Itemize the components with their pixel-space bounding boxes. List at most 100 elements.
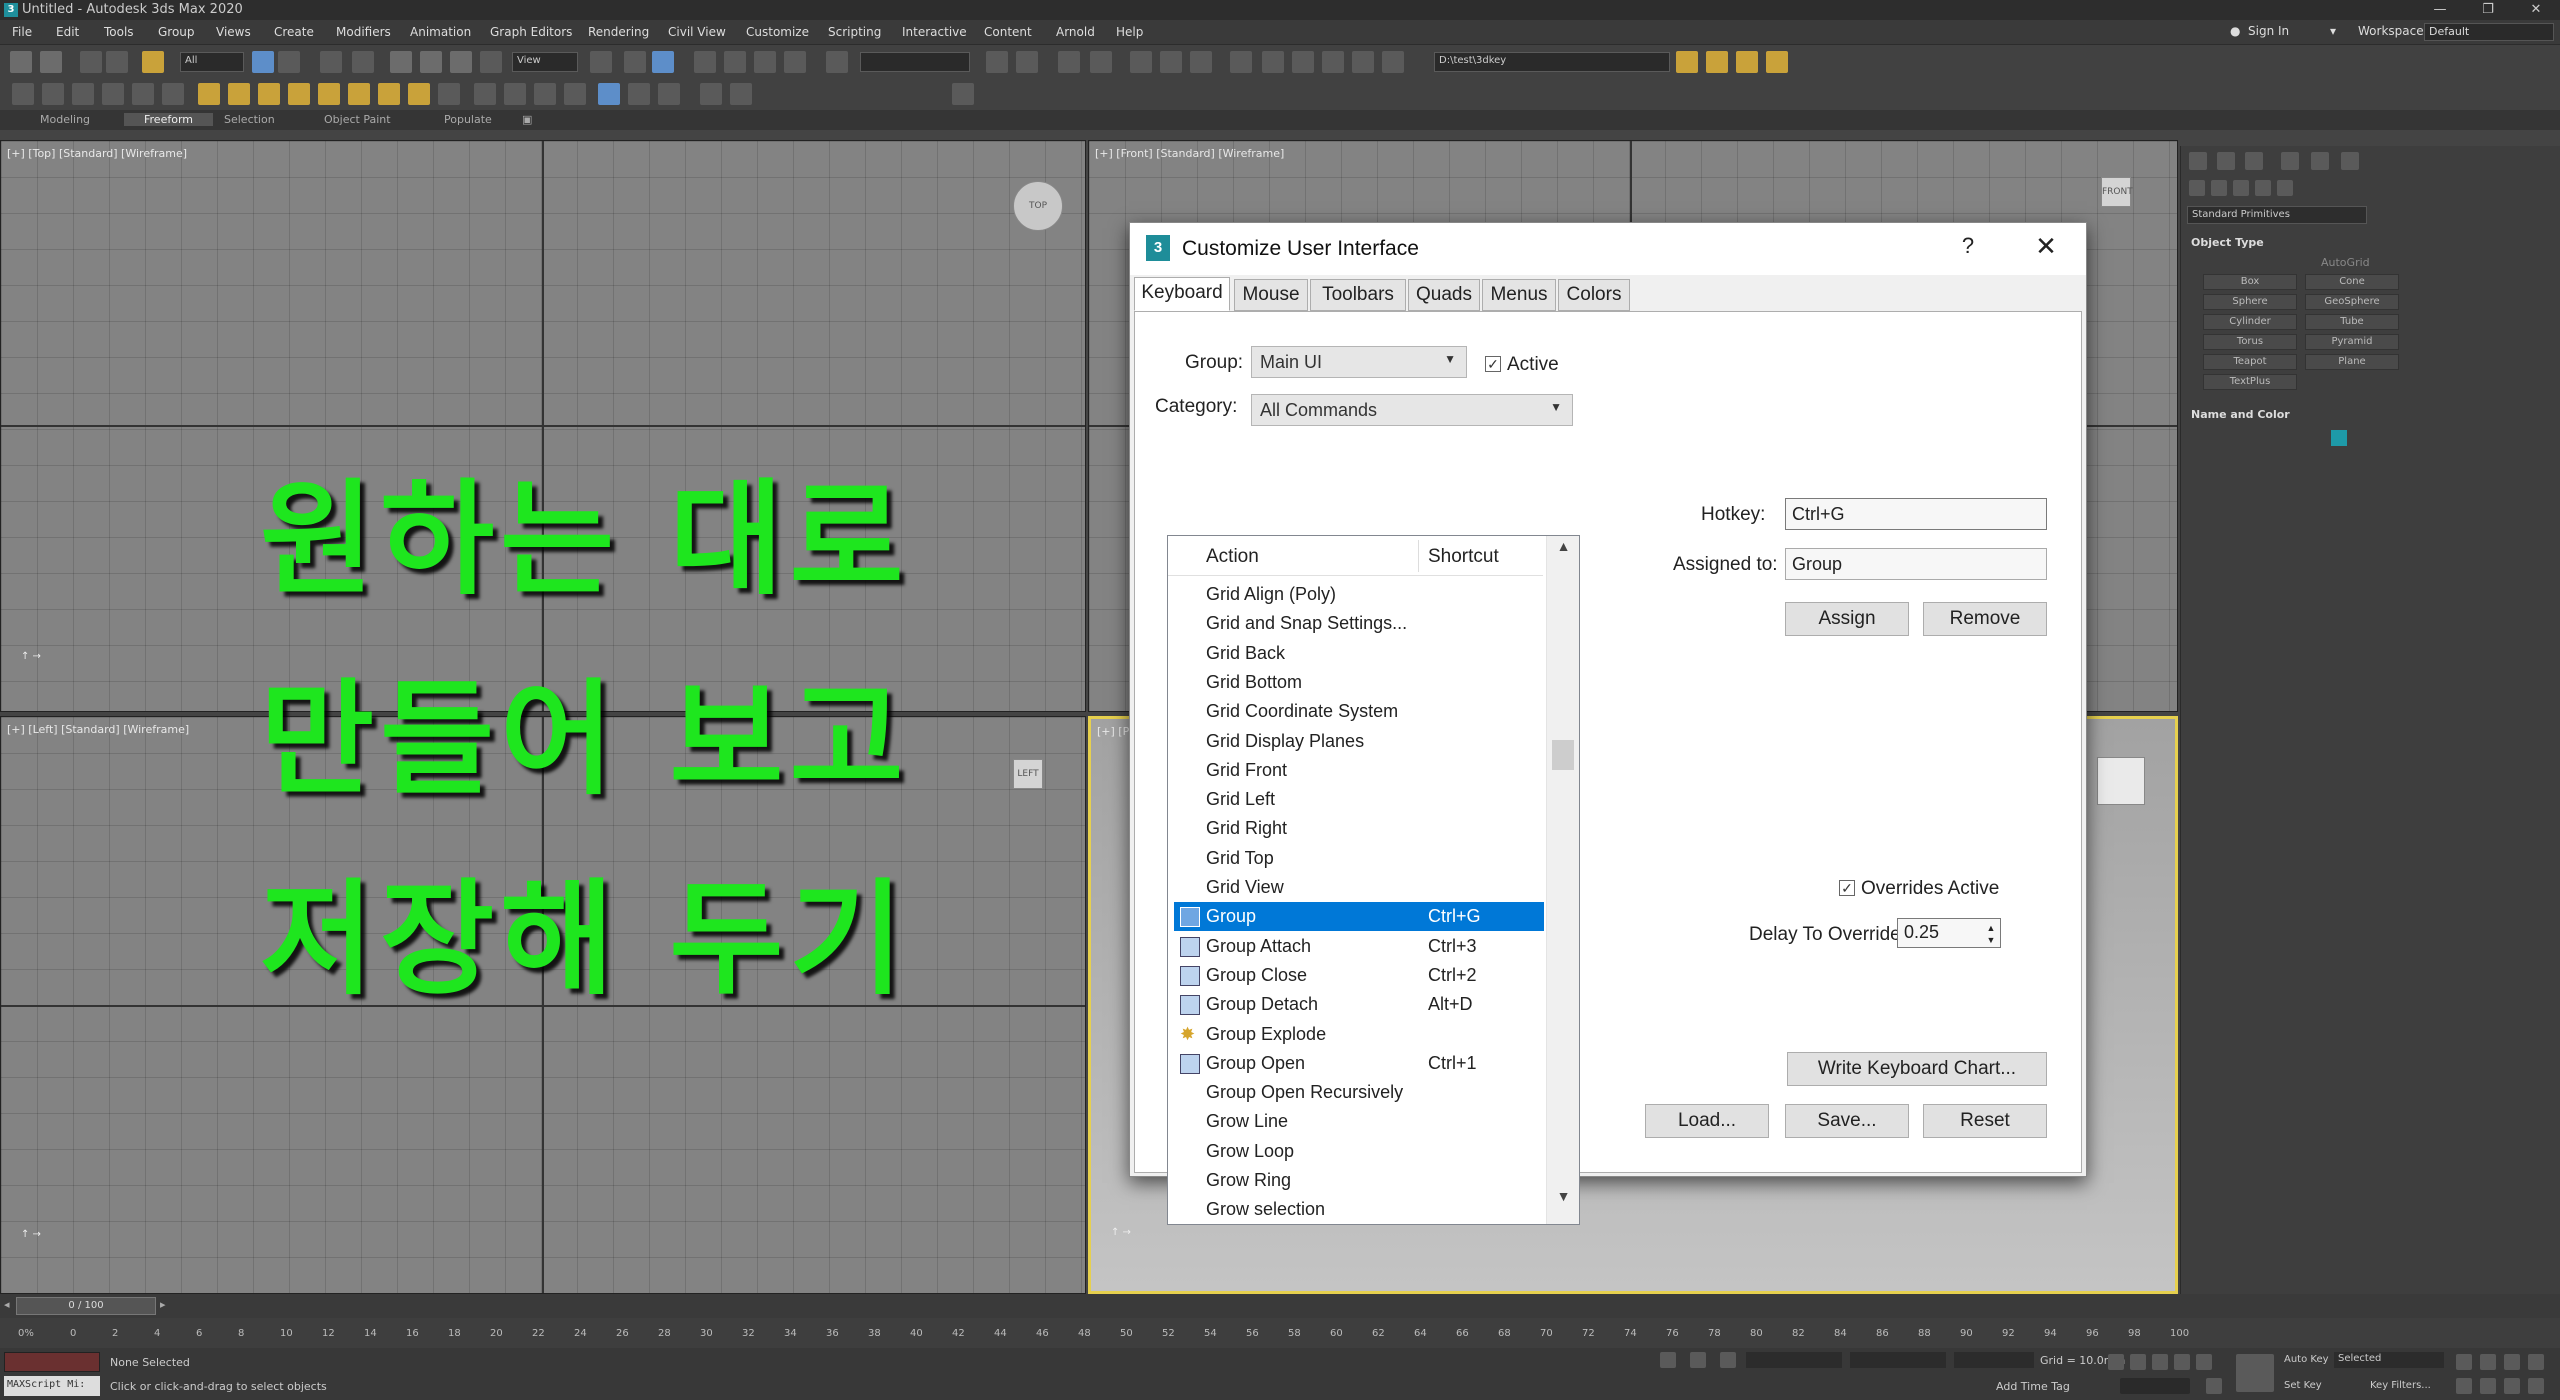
lights-icon[interactable]	[2233, 180, 2249, 196]
panel-icon[interactable]	[658, 83, 680, 105]
zoom-icon[interactable]	[2456, 1354, 2472, 1370]
remove-button[interactable]: Remove	[1923, 602, 2047, 636]
cylinder-button[interactable]: Cylinder	[2203, 314, 2297, 330]
spinner-snap-icon[interactable]	[784, 51, 806, 73]
key-filters-button[interactable]: Key Filters...	[2370, 1380, 2431, 1391]
zoom-all-icon[interactable]	[2480, 1354, 2496, 1370]
rendered-frame-window-icon[interactable]	[1262, 51, 1284, 73]
teapot-button[interactable]: Teapot	[2203, 354, 2297, 370]
absolute-mode-icon[interactable]	[1720, 1352, 1736, 1368]
action-row[interactable]: Grid Left	[1174, 785, 1544, 814]
geometry-icon[interactable]	[2189, 180, 2205, 196]
menu-animation[interactable]: Animation	[410, 25, 471, 39]
track-bar-zoom[interactable]: 0%	[18, 1328, 34, 1339]
particle-icon[interactable]	[408, 83, 430, 105]
ribbon-tab-selection[interactable]: Selection	[224, 113, 275, 126]
container-icon[interactable]	[12, 83, 34, 105]
teapot-icon[interactable]	[132, 83, 154, 105]
bind-space-warp-icon[interactable]	[142, 51, 164, 73]
zoom-extents-icon[interactable]	[2504, 1354, 2520, 1370]
action-row[interactable]: Group Attach Ctrl+3	[1174, 932, 1544, 961]
menu-tools[interactable]: Tools	[104, 25, 134, 39]
material-editor-icon[interactable]	[1190, 51, 1212, 73]
play-icon[interactable]	[2152, 1354, 2168, 1370]
sign-in-dropdown-icon[interactable]: ▾	[2330, 24, 2336, 38]
next-key-icon[interactable]	[2174, 1354, 2190, 1370]
auto-key-button[interactable]: Auto Key	[2284, 1354, 2329, 1365]
set-project-icon[interactable]	[1706, 51, 1728, 73]
ribbon-tab-object-paint[interactable]: Object Paint	[324, 113, 391, 126]
systems-icon[interactable]	[534, 83, 556, 105]
menu-content[interactable]: Content	[984, 25, 1032, 39]
rotate-icon[interactable]	[420, 51, 442, 73]
action-row[interactable]: Group Open Recursively	[1174, 1078, 1544, 1107]
close-icon[interactable]: ✕	[2516, 0, 2556, 20]
box-button[interactable]: Box	[2203, 274, 2297, 290]
a360-gallery-icon[interactable]	[1352, 51, 1374, 73]
action-row[interactable]: Grid Bottom	[1174, 668, 1544, 697]
autogrid-checkbox[interactable]: AutoGrid	[2321, 256, 2370, 269]
action-row[interactable]: Grow Loop	[1174, 1137, 1544, 1166]
camera-icon[interactable]	[162, 83, 184, 105]
set-key-icon[interactable]	[2236, 1354, 2274, 1392]
load-button[interactable]: Load...	[1645, 1104, 1769, 1138]
mirror-icon[interactable]	[986, 51, 1008, 73]
viewcube-icon[interactable]: FRONT	[2101, 177, 2133, 207]
globe-icon[interactable]	[598, 83, 620, 105]
y-coordinate-field[interactable]	[1850, 1352, 1946, 1368]
set-key-button[interactable]: Set Key	[2284, 1380, 2322, 1391]
action-row[interactable]: Group Detach Alt+D	[1174, 990, 1544, 1019]
action-row[interactable]: Grid Top	[1174, 844, 1544, 873]
add-time-tag[interactable]: Add Time Tag	[1996, 1380, 2070, 1393]
menu-help[interactable]: Help	[1116, 25, 1143, 39]
next-frame-icon[interactable]: ▸	[160, 1298, 166, 1311]
maximize-viewport-icon[interactable]	[2528, 1378, 2544, 1394]
edit-named-selection-icon[interactable]	[826, 51, 848, 73]
viewport-label-top[interactable]: [+] [Top] [Standard] [Wireframe]	[7, 147, 187, 160]
render-shortcuts-icon[interactable]	[1382, 51, 1404, 73]
cameras-icon[interactable]	[2255, 180, 2271, 196]
tab-menus[interactable]: Menus	[1482, 279, 1556, 311]
light-icon[interactable]	[378, 83, 400, 105]
save-button[interactable]: Save...	[1785, 1104, 1909, 1138]
z-coordinate-field[interactable]	[1954, 1352, 2034, 1368]
scale-icon[interactable]	[450, 51, 472, 73]
action-row[interactable]: Grid Front	[1174, 756, 1544, 785]
torus-primitive-icon[interactable]	[348, 83, 370, 105]
viewcube-icon[interactable]	[2097, 757, 2145, 805]
project-folder-dropdown[interactable]: D:\test\3dkey	[1434, 52, 1670, 72]
track-bar[interactable]: 0 2 4 6 8 10 12 14 16 18 20 22 24 26 28 30 32 34 36 38 40 42 4…	[0, 1318, 2560, 1348]
render-in-cloud-icon[interactable]	[1322, 51, 1344, 73]
group-dropdown[interactable]: Main UI ▼	[1251, 346, 1467, 378]
action-row[interactable]: Grid Right	[1174, 814, 1544, 843]
menu-group[interactable]: Group	[158, 25, 195, 39]
modifier-icon[interactable]	[564, 83, 586, 105]
category-dropdown[interactable]: All Commands ▼	[1251, 394, 1573, 426]
menu-file[interactable]: File	[12, 25, 32, 39]
cone-button[interactable]: Cone	[2305, 274, 2399, 290]
menu-views[interactable]: Views	[216, 25, 251, 39]
maxscript-listener[interactable]	[4, 1352, 100, 1372]
schematic-view-icon[interactable]	[1160, 51, 1182, 73]
help-button[interactable]: ?	[1948, 233, 1988, 265]
action-row[interactable]: Grow selection	[1174, 1195, 1544, 1224]
sphere-button[interactable]: Sphere	[2203, 294, 2297, 310]
helper-icon[interactable]	[438, 83, 460, 105]
select-object-icon[interactable]	[252, 51, 274, 73]
action-row[interactable]: Group Open Ctrl+1	[1174, 1049, 1544, 1078]
keyboard-shortcut-override-icon[interactable]	[652, 51, 674, 73]
pan-view-icon[interactable]	[2480, 1378, 2496, 1394]
named-selection-dropdown[interactable]	[860, 52, 970, 72]
write-keyboard-chart-button[interactable]: Write Keyboard Chart...	[1787, 1052, 2047, 1086]
action-row[interactable]: Grid Align (Poly)	[1174, 580, 1544, 609]
redo-icon[interactable]	[40, 51, 62, 73]
sign-in-link[interactable]: Sign In	[2248, 24, 2289, 38]
plane-button[interactable]: Plane	[2305, 354, 2399, 370]
spacewarp-icon[interactable]	[504, 83, 526, 105]
viewport-label-left[interactable]: [+] [Left] [Standard] [Wireframe]	[7, 723, 189, 736]
snapshot-icon[interactable]	[700, 83, 722, 105]
menu-create[interactable]: Create	[274, 25, 314, 39]
action-row[interactable]: Group Ctrl+G	[1174, 902, 1544, 932]
xref-icon[interactable]	[102, 83, 124, 105]
snap-options-icon[interactable]	[952, 83, 974, 105]
